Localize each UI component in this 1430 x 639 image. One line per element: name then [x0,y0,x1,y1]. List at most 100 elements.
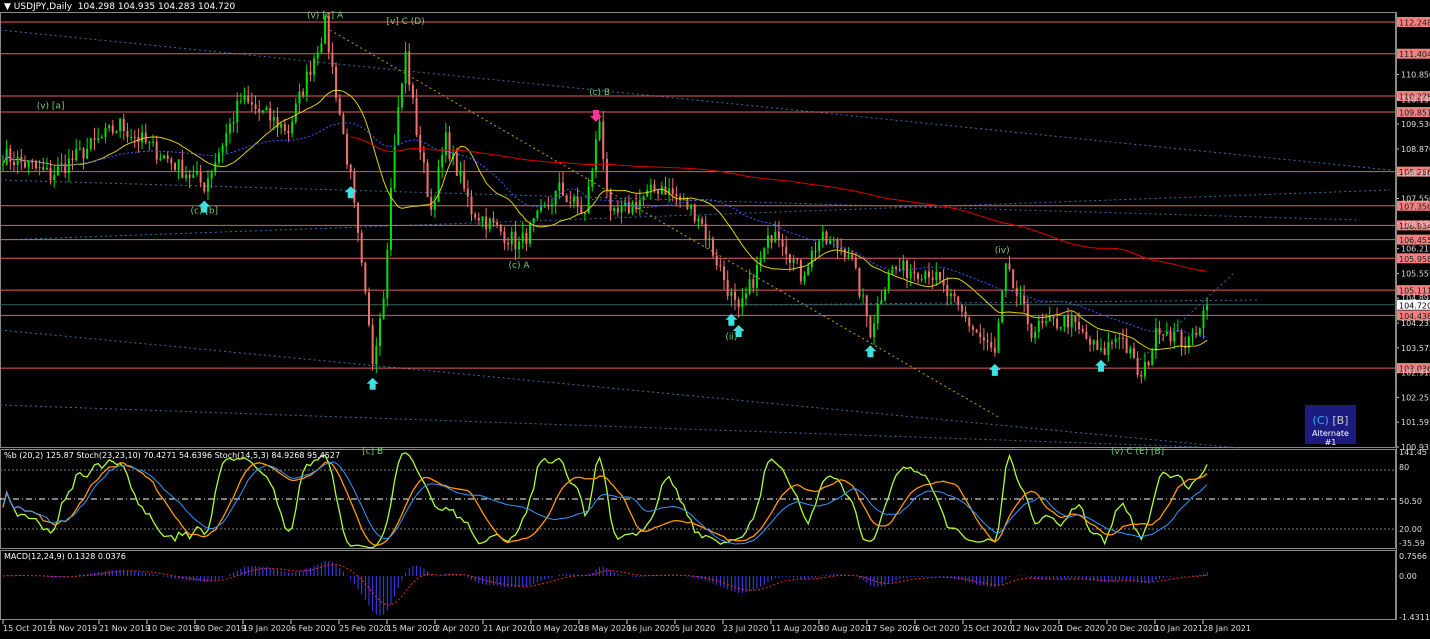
x-tick-label: 10 May 2020 [531,624,583,633]
candle-down [23,162,26,168]
candle-up [225,133,228,146]
candle-down [309,71,312,75]
candle-up [115,130,118,133]
candle-up [880,300,883,305]
osc-tick-label: 80 [1399,463,1409,472]
candle-up [792,259,795,263]
candle-down [111,125,114,133]
candle-up [638,200,641,210]
x-tick-label: 28 May 2020 [579,624,631,633]
x-tick-label: 15 Mar 2020 [387,624,438,633]
candle-down [565,195,568,203]
candle-up [832,239,835,241]
candle-up [540,206,543,211]
candle-up [1198,328,1201,336]
candle-up [551,204,553,207]
candle-down [360,232,363,263]
candle-up [613,208,616,211]
candle-down [686,198,689,209]
candle-down [777,231,780,240]
candle-down [869,316,872,338]
candle-down [781,239,784,247]
candle-down [525,232,528,244]
candle-down [455,152,458,176]
ohlc-values: 104.298 104.935 104.283 104.720 [77,2,236,12]
candle-up [1045,321,1048,324]
candle-up [228,123,231,134]
candle-up [766,235,769,248]
candle-up [16,156,19,166]
candle-down [858,267,861,297]
candle-down [1012,269,1015,289]
candle-down [657,190,660,194]
candle-up [744,293,747,299]
candle-up [298,91,301,104]
candle-down [477,217,480,221]
candle-down [938,271,941,280]
candle-up [591,170,594,187]
candle-down [357,202,360,233]
candle-down [368,292,370,326]
candle-down [199,172,202,183]
candle-up [56,166,59,175]
candle-up [536,210,539,219]
macd-label: MACD(12,24,9) 0.1328 0.0376 [4,552,126,561]
level-label: 107.356 [1399,202,1430,211]
candle-up [935,271,938,280]
dropdown-triangle-icon[interactable]: ▼ [4,2,11,12]
level-label: 109.851 [1399,109,1430,118]
x-tick-label: 16 Jun 2020 [627,624,675,633]
candle-up [1107,342,1110,355]
wave-label: (v) [a] [37,101,65,111]
candle-down [931,277,934,280]
candle-up [558,182,561,191]
candle-up [206,178,209,192]
price-chart[interactable]: 112.248111.404110.278109.851108.266107.3… [0,0,1430,639]
trendline [0,404,1201,448]
candle-up [192,174,195,178]
candle-up [108,125,111,129]
candle-up [818,240,821,252]
x-tick-label: 5 Jul 2020 [675,624,715,633]
x-tick-label: 10 Jan 2021 [1155,624,1203,633]
candle-up [1037,320,1040,332]
candle-up [67,158,70,174]
candle-up [433,201,436,210]
candle-down [968,317,971,327]
candle-down [715,255,718,266]
candle-down [1008,263,1011,270]
candle-down [719,265,722,267]
candle-down [836,239,839,249]
candle-down [287,130,290,134]
x-tick-label: 23 Jul 2020 [723,624,768,633]
candle-up [239,100,242,102]
candle-down [605,158,608,191]
candle-up [1206,304,1209,311]
candle-up [437,167,440,202]
alt-label: Alternate #1 [1312,429,1349,447]
candle-up [902,260,905,271]
macd-tick-label: 0.00 [1399,572,1417,581]
candle-down [415,97,418,136]
candle-up [488,218,491,230]
candle-up [441,155,444,168]
candle-up [532,218,535,223]
trendline [0,329,1241,449]
x-tick-label: 21 Apr 2020 [483,624,532,633]
candle-down [499,224,502,232]
wave-label: (c) B [589,88,610,98]
candle-down [561,182,564,196]
candle-up [53,174,56,181]
candle-up [730,291,733,296]
candle-down [335,66,338,99]
candle-down [470,196,473,215]
y-tick-label: 109.530 [1401,120,1430,129]
candle-down [496,222,499,225]
candle-up [148,141,151,143]
candle-down [723,266,726,281]
candle-down [712,238,715,256]
candle-down [1140,374,1143,377]
candle-up [243,95,246,101]
candle-up [518,241,521,250]
alt-wave: (C) [1312,414,1329,427]
